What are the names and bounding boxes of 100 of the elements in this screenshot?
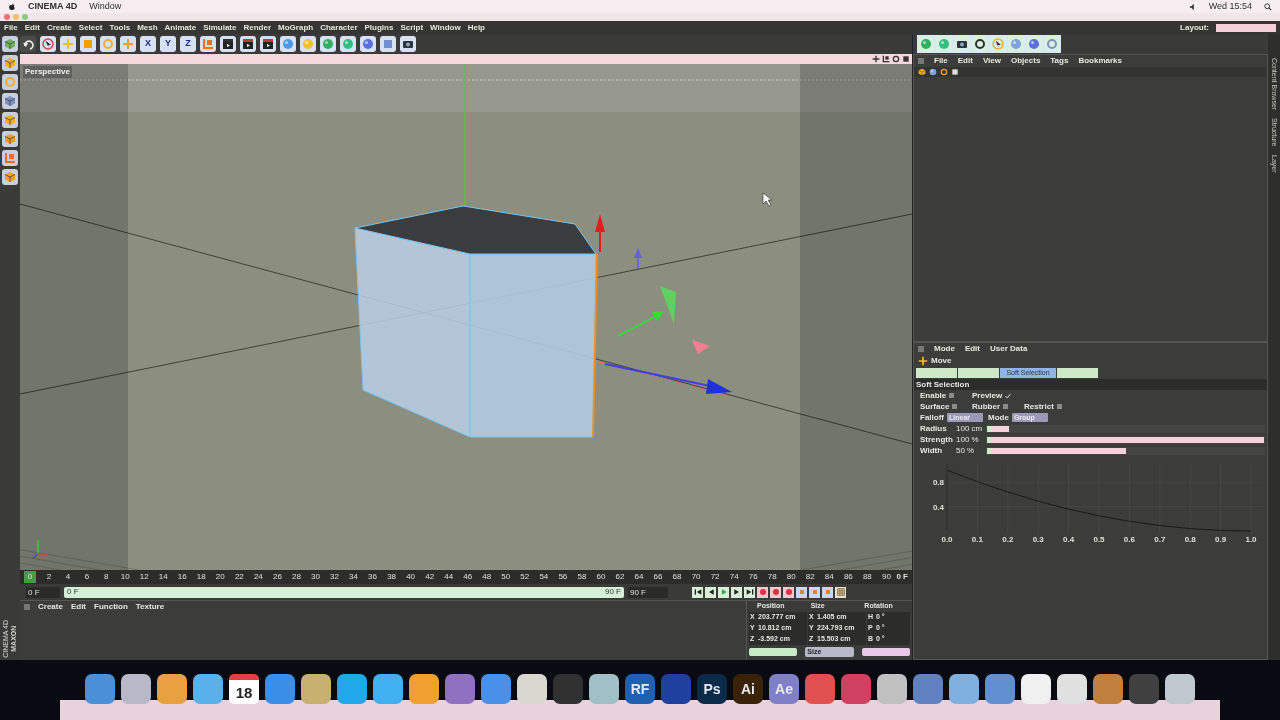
menu-item[interactable]: Window [89,0,122,14]
start-frame-field[interactable]: 0 F [26,586,60,598]
app-icon[interactable] [1129,674,1159,704]
menu-item[interactable]: Animate [164,21,197,34]
calendar-app-icon[interactable]: 18 [229,674,259,704]
transport-button[interactable] [744,586,755,598]
menu-item[interactable]: Render [243,21,272,34]
menu-item[interactable]: Window [430,21,461,34]
app-icon[interactable] [1093,674,1123,704]
app-icon[interactable] [949,674,979,704]
menu-item[interactable]: Tools [109,21,131,34]
menu-item[interactable]: Simulate [203,21,237,34]
apple-icon[interactable] [8,2,16,11]
app-icon[interactable] [1057,674,1087,704]
panel-grip-icon[interactable] [918,346,924,352]
app-icon[interactable] [1165,674,1195,704]
axis-lock-button[interactable]: Y [160,36,176,52]
tab[interactable] [916,367,957,378]
transport-button[interactable] [770,586,781,598]
menu-item[interactable]: File [934,55,948,67]
app-icon[interactable] [265,674,295,704]
search-icon[interactable] [1264,2,1272,11]
menu-item[interactable]: Edit [24,21,40,34]
menu-item[interactable]: Mode [934,343,955,355]
axis-lock-button[interactable]: Z [180,36,196,52]
menu-item[interactable]: Function [94,601,128,613]
layout-dropdown[interactable] [1216,23,1276,32]
transport-button[interactable] [731,586,742,598]
frame-range-bar[interactable]: 0 F 90 F [64,586,624,598]
checkbox[interactable] [1003,404,1008,409]
transport-button[interactable] [705,586,716,598]
checkbox[interactable] [1056,404,1062,409]
slider[interactable] [987,447,1126,454]
app-menu[interactable]: CINEMA 4D [28,0,78,14]
app-icon[interactable] [661,674,691,704]
tab[interactable] [1057,367,1098,378]
app-icon[interactable] [481,674,511,704]
app-icon[interactable] [85,674,115,704]
menu-item[interactable]: Objects [1011,55,1041,67]
transport-button[interactable] [822,586,833,598]
menu-item[interactable]: Script [400,21,424,34]
menu-clock[interactable]: Wed 15:54 [1208,0,1252,14]
menu-item[interactable]: File [4,21,18,34]
transport-button[interactable] [835,586,846,598]
menu-item[interactable]: Mesh [137,21,158,34]
menu-item[interactable]: Create [38,601,63,613]
app-icon[interactable] [1021,674,1051,704]
app-icon[interactable] [445,674,475,704]
app-icon[interactable] [805,674,835,704]
slider[interactable] [987,425,1010,432]
app-icon[interactable] [913,674,943,704]
app-icon[interactable] [553,674,583,704]
slider[interactable] [987,436,1264,443]
app-icon[interactable] [337,674,367,704]
checkbox[interactable] [949,393,955,398]
object-row[interactable] [914,67,1267,77]
menu-item[interactable]: Select [78,21,103,34]
timeline-ruler[interactable]: 0 2 4 6 8 10 12 14 16 18 20 22 24 26 28 30 32 34 36 38 40 42 44 46 48 50 52 54 56 58 60 62 64 66 68 70 72 74 76 78 80 82 84 86 88 90 0 F [20,570,912,584]
slider-value[interactable]: 50 % [956,444,986,457]
apply-button[interactable] [749,648,798,656]
menu-item[interactable]: Character [320,21,358,34]
transport-button[interactable] [757,586,768,598]
slider-value[interactable]: 100 cm [956,422,986,435]
checkmark-icon[interactable] [1005,392,1012,399]
menu-item[interactable]: Tags [1050,55,1069,67]
app-icon[interactable] [517,674,547,704]
checkbox[interactable] [952,404,958,409]
menu-item[interactable]: Bookmarks [1078,55,1122,67]
menu-item[interactable]: Edit [957,55,973,67]
app-icon[interactable]: Ai [733,674,763,704]
app-icon[interactable] [409,674,439,704]
transport-button[interactable] [809,586,820,598]
tab[interactable] [958,367,999,378]
transport-button[interactable] [796,586,807,598]
menu-item[interactable]: Edit [70,601,86,613]
apply-button[interactable] [861,648,910,656]
slider-value[interactable]: 100 % [956,433,986,446]
menu-item[interactable]: Plugins [364,21,394,34]
app-icon[interactable] [373,674,403,704]
menu-item[interactable]: View [982,55,1001,67]
app-icon[interactable] [589,674,619,704]
axis-lock-button[interactable]: X [140,36,156,52]
menu-item[interactable]: Texture [135,601,165,613]
menu-item[interactable]: Help [467,21,485,34]
app-icon[interactable] [841,674,871,704]
app-icon[interactable] [121,674,151,704]
app-icon[interactable] [157,674,187,704]
menu-item[interactable]: User Data [990,343,1028,355]
speaker-icon[interactable] [1188,2,1197,11]
app-icon[interactable]: RF [625,674,655,704]
transport-button[interactable] [718,586,729,598]
app-icon[interactable] [301,674,331,704]
panel-grip-icon[interactable] [24,604,30,610]
panel-grip-icon[interactable] [918,58,924,64]
app-icon[interactable] [193,674,223,704]
app-icon[interactable] [877,674,907,704]
app-icon[interactable] [985,674,1015,704]
transport-button[interactable] [783,586,794,598]
transport-button[interactable] [692,586,703,598]
menu-item[interactable]: Create [46,21,72,34]
